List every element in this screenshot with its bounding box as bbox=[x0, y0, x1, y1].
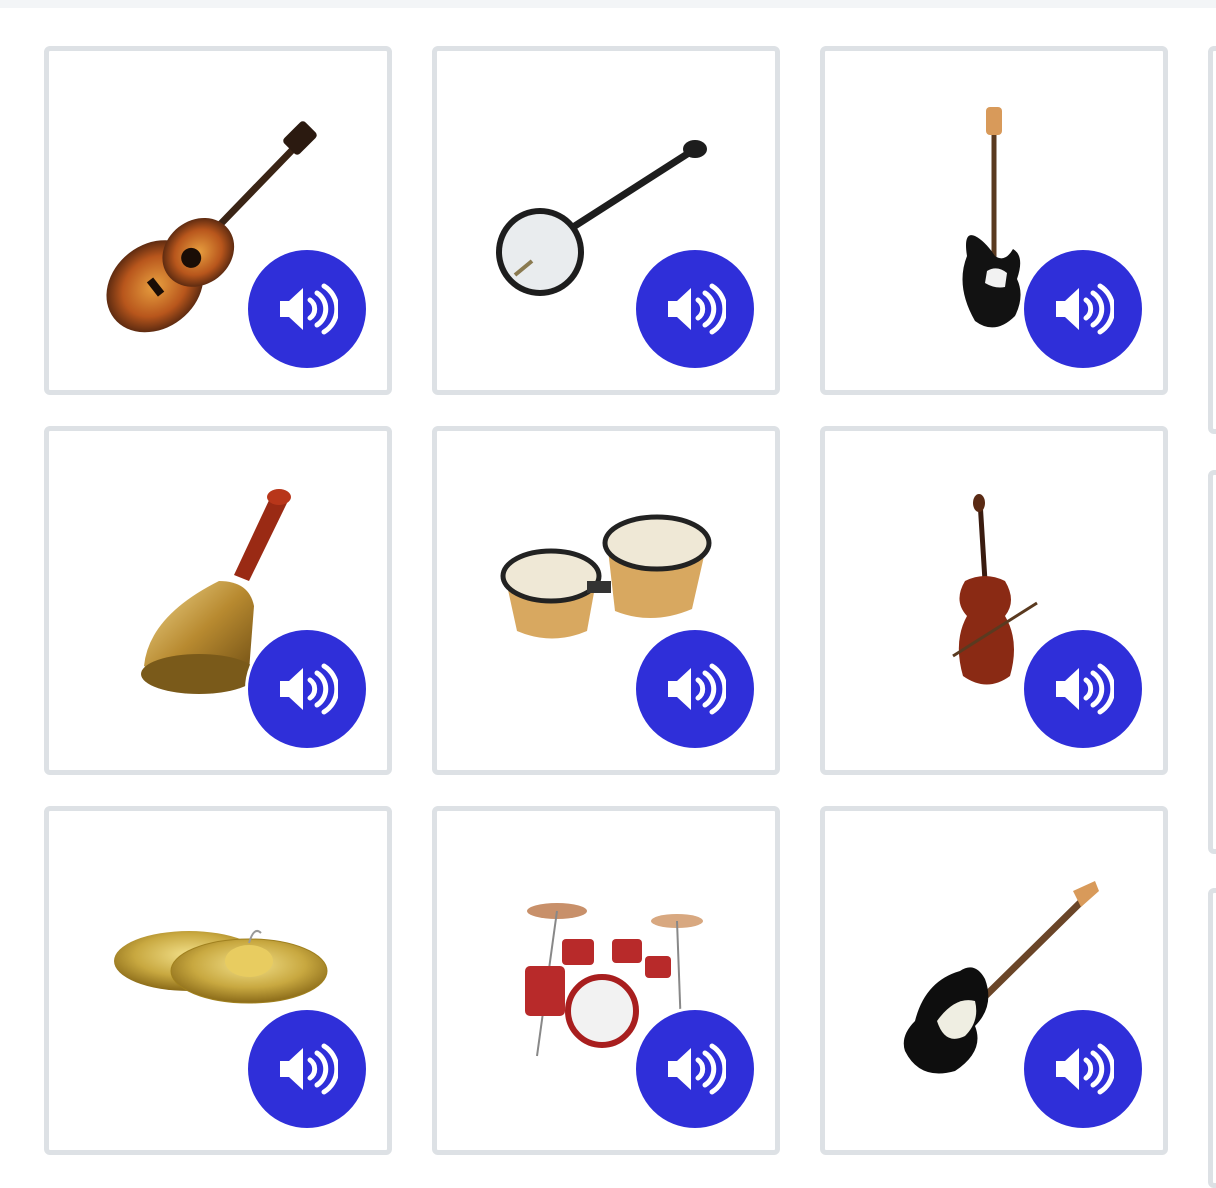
card-cello[interactable] bbox=[820, 426, 1168, 775]
partial-card-right bbox=[1208, 46, 1216, 434]
speaker-icon bbox=[1056, 663, 1114, 715]
partial-card-right bbox=[1208, 470, 1216, 854]
speaker-icon bbox=[1056, 283, 1114, 335]
play-sound-button[interactable] bbox=[245, 1007, 369, 1131]
top-bar bbox=[0, 0, 1216, 8]
speaker-icon bbox=[280, 283, 338, 335]
play-sound-button[interactable] bbox=[633, 1007, 757, 1131]
card-electric-guitar[interactable] bbox=[820, 806, 1168, 1155]
card-acoustic-guitar[interactable] bbox=[44, 46, 392, 395]
partial-card-right bbox=[1208, 888, 1216, 1188]
speaker-icon bbox=[668, 283, 726, 335]
play-sound-button[interactable] bbox=[633, 627, 757, 751]
speaker-icon bbox=[280, 663, 338, 715]
play-sound-button[interactable] bbox=[245, 247, 369, 371]
play-sound-button[interactable] bbox=[245, 627, 369, 751]
card-hand-bell[interactable] bbox=[44, 426, 392, 775]
card-drum-kit[interactable] bbox=[432, 806, 780, 1155]
play-sound-button[interactable] bbox=[633, 247, 757, 371]
card-banjo[interactable] bbox=[432, 46, 780, 395]
play-sound-button[interactable] bbox=[1021, 627, 1145, 751]
play-sound-button[interactable] bbox=[1021, 1007, 1145, 1131]
speaker-icon bbox=[280, 1043, 338, 1095]
instrument-grid bbox=[44, 46, 1168, 1155]
card-cymbals[interactable] bbox=[44, 806, 392, 1155]
speaker-icon bbox=[668, 663, 726, 715]
speaker-icon bbox=[1056, 1043, 1114, 1095]
card-bass-guitar[interactable] bbox=[820, 46, 1168, 395]
play-sound-button[interactable] bbox=[1021, 247, 1145, 371]
card-bongo-drums[interactable] bbox=[432, 426, 780, 775]
speaker-icon bbox=[668, 1043, 726, 1095]
